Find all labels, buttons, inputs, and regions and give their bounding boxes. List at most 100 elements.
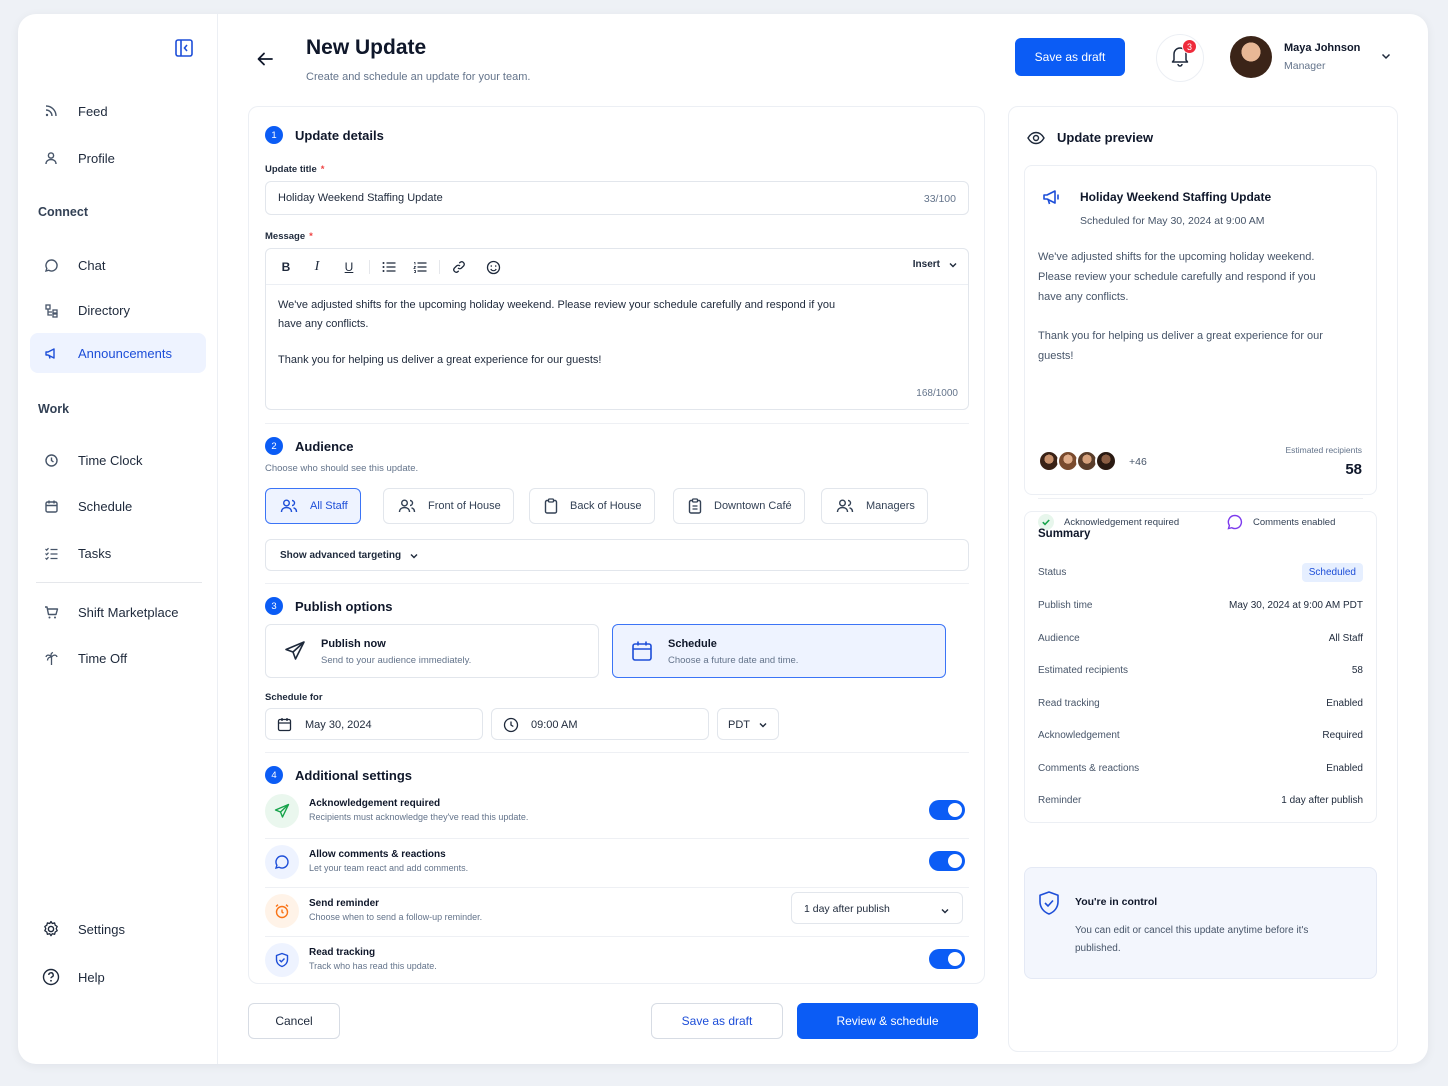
reminder-select[interactable]: 1 day after publish (791, 892, 963, 924)
rss-icon (42, 102, 60, 120)
summary-row: Estimated recipients 58 (1038, 661, 1363, 681)
chat-icon (42, 256, 60, 274)
setting-title: Acknowledgement required (309, 798, 441, 809)
alarm-clock-icon (265, 894, 299, 928)
app-window: Feed Profile Connect Chat Directory Anno… (18, 14, 1428, 1064)
underline-icon[interactable]: U (340, 258, 358, 276)
message-paragraph: Thank you for helping us deliver a great… (278, 354, 602, 366)
eye-icon (1027, 131, 1045, 145)
numbered-list-icon[interactable] (411, 258, 429, 276)
review-schedule-button[interactable]: Review & schedule (797, 1003, 978, 1039)
title-label-text: Update title (265, 164, 317, 175)
insert-label: Insert (912, 259, 940, 270)
sidebar-divider (36, 582, 202, 583)
required-mark: * (320, 164, 325, 175)
audience-chip-back-of-house[interactable]: Back of House (529, 488, 655, 524)
setting-acknowledgement: Acknowledgement required Recipients must… (265, 790, 969, 834)
audience-chip-front-of-house[interactable]: Front of House (383, 488, 514, 524)
cancel-button[interactable]: Cancel (248, 1003, 340, 1039)
control-body: You can edit or cancel this update anyti… (1075, 925, 1309, 954)
page-title: New Update (306, 36, 427, 59)
user-menu[interactable]: Maya Johnson Manager (1230, 34, 1400, 80)
setting-divider (265, 887, 969, 888)
recipient-avatars (1038, 450, 1117, 472)
setting-subtitle: Track who has read this update. (309, 961, 437, 971)
sidebar-item-chat[interactable]: Chat (30, 245, 206, 285)
audience-chip-downtown-cafe[interactable]: Downtown Café (673, 488, 805, 524)
read-tracking-toggle[interactable] (929, 949, 965, 969)
comments-toggle[interactable] (929, 851, 965, 871)
sidebar-item-profile[interactable]: Profile (30, 138, 206, 178)
megaphone-icon (1041, 186, 1063, 213)
sidebar-item-label: Shift Marketplace (78, 604, 179, 620)
sidebar-item-tasks[interactable]: Tasks (30, 533, 206, 573)
calendar-icon (631, 640, 653, 667)
summary-row: Read tracking Enabled (1038, 694, 1363, 714)
acknowledgement-toggle[interactable] (929, 800, 965, 820)
sidebar-item-shift-marketplace[interactable]: Shift Marketplace (30, 592, 206, 632)
date-picker[interactable]: May 30, 2024 (265, 708, 483, 740)
sidebar-item-feed[interactable]: Feed (30, 91, 206, 131)
option-subtitle: Choose a future date and time. (668, 655, 799, 666)
sidebar-item-time-off[interactable]: Time Off (30, 638, 206, 678)
send-icon (265, 794, 299, 828)
message-char-count: 168/1000 (916, 388, 958, 399)
chip-label: Front of House (428, 500, 501, 512)
summary-value: May 30, 2024 at 9:00 AM PDT (1229, 600, 1363, 611)
setting-title: Read tracking (309, 947, 376, 958)
italic-icon[interactable]: I (308, 258, 326, 276)
chevron-down-icon (940, 903, 950, 921)
schedule-option[interactable]: Schedule Choose a future date and time. (612, 624, 946, 678)
summary-key: Publish time (1038, 600, 1093, 611)
time-picker[interactable]: 09:00 AM (491, 708, 709, 740)
bold-icon[interactable]: B (277, 258, 295, 276)
chevron-down-icon (409, 551, 419, 561)
sidebar-item-label: Announcements (78, 345, 172, 361)
summary-value: 1 day after publish (1281, 795, 1363, 806)
sidebar-item-label: Settings (78, 921, 125, 937)
step-audience: 2 Audience (265, 437, 354, 455)
header-save-draft-button[interactable]: Save as draft (1015, 38, 1125, 76)
notifications-button[interactable]: 3 (1156, 34, 1204, 82)
users-icon (280, 498, 298, 514)
sidebar-collapse-icon[interactable] (174, 38, 194, 58)
audience-chip-managers[interactable]: Managers (821, 488, 928, 524)
emoji-icon[interactable] (484, 258, 502, 276)
publish-now-option[interactable]: Publish now Send to your audience immedi… (265, 624, 599, 678)
preview-heading-text: Update preview (1057, 130, 1154, 145)
message-editor[interactable]: B I U Insert We've adjusted shifts for t… (265, 248, 969, 410)
summary-card: Summary Status Scheduled Publish time Ma… (1024, 511, 1377, 823)
sidebar: Feed Profile Connect Chat Directory Anno… (18, 14, 218, 1064)
tasks-icon (42, 544, 60, 562)
sidebar-item-directory[interactable]: Directory (30, 290, 206, 330)
update-title-input[interactable]: Holiday Weekend Staffing Update 33/100 (265, 181, 969, 215)
link-icon[interactable] (450, 258, 468, 276)
summary-row: Reminder 1 day after publish (1038, 791, 1363, 811)
preview-card: Holiday Weekend Staffing Update Schedule… (1024, 165, 1377, 530)
sidebar-item-help[interactable]: Help (30, 957, 206, 997)
summary-value: Required (1322, 730, 1363, 741)
bulleted-list-icon[interactable] (380, 258, 398, 276)
message-text: We've adjusted shifts for the upcoming h… (278, 296, 838, 370)
timezone-select[interactable]: PDT (717, 708, 779, 740)
toolbar-divider (369, 260, 370, 274)
summary-row: Publish time May 30, 2024 at 9:00 AM PDT (1038, 596, 1363, 616)
sidebar-item-schedule[interactable]: Schedule (30, 486, 206, 526)
title-label: Update title * (265, 164, 324, 175)
timezone-value: PDT (728, 719, 750, 731)
sidebar-item-time-clock[interactable]: Time Clock (30, 440, 206, 480)
users-icon (836, 498, 854, 514)
back-arrow-icon[interactable] (254, 48, 276, 70)
sidebar-item-label: Schedule (78, 498, 133, 514)
audience-chip-all-staff[interactable]: All Staff (265, 488, 361, 524)
sidebar-item-label: Time Clock (78, 452, 143, 468)
sidebar-item-settings[interactable]: Settings (30, 909, 206, 949)
save-draft-button[interactable]: Save as draft (651, 1003, 783, 1039)
advanced-targeting-label: Show advanced targeting (280, 550, 402, 561)
setting-subtitle: Let your team react and add comments. (309, 863, 469, 873)
advanced-targeting-toggle[interactable]: Show advanced targeting (280, 550, 419, 561)
status-badge: Scheduled (1301, 563, 1363, 582)
sidebar-item-announcements[interactable]: Announcements (30, 333, 206, 373)
insert-dropdown[interactable]: Insert (913, 259, 958, 270)
option-title: Schedule (668, 638, 717, 650)
